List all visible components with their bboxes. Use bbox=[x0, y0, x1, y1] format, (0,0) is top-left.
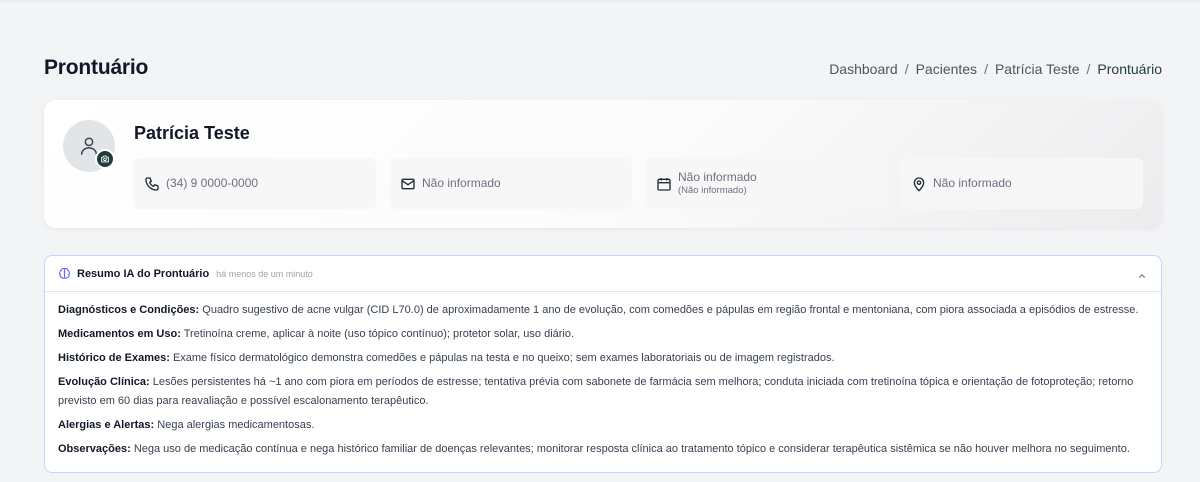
breadcrumb-dashboard[interactable]: Dashboard bbox=[829, 61, 898, 77]
section-text: Tretinoína creme, aplicar à noite (uso t… bbox=[183, 328, 575, 340]
breadcrumb-separator: / bbox=[904, 61, 909, 77]
phone-icon bbox=[145, 176, 159, 191]
birth-value: Não informado bbox=[678, 170, 757, 184]
section-label: Evolução Clínica: bbox=[58, 376, 150, 388]
address-value: Não informado bbox=[933, 176, 1012, 190]
birth-subvalue: (Não informado) bbox=[678, 185, 747, 196]
calendar-icon bbox=[657, 177, 671, 191]
email-field: Não informado bbox=[390, 158, 632, 209]
ai-summary-card: Resumo IA do Prontuário há menos de um m… bbox=[44, 255, 1162, 473]
phone-value: (34) 9 0000-0000 bbox=[166, 176, 259, 190]
summary-evolution: Evolução Clínica: Lesões persistentes há… bbox=[58, 373, 1148, 411]
ai-summary-timestamp: há menos de um minuto bbox=[216, 268, 313, 279]
page-title: Prontuário bbox=[44, 56, 149, 79]
breadcrumb-separator: / bbox=[984, 61, 988, 77]
section-label: Histórico de Exames: bbox=[58, 352, 170, 364]
summary-allergies: Alergias e Alertas: Nega alergias medica… bbox=[58, 416, 1148, 435]
summary-medications: Medicamentos em Uso: Tretinoína creme, a… bbox=[58, 325, 1148, 344]
chevron-up-icon bbox=[1138, 274, 1146, 278]
top-border bbox=[0, 0, 1200, 3]
summary-observations: Observações: Nega uso de medicação contí… bbox=[58, 440, 1148, 459]
section-text: Nega alergias medicamentosas. bbox=[157, 419, 315, 431]
section-label: Observações: bbox=[58, 443, 131, 455]
section-text: Quadro sugestivo de acne vulgar (CID L70… bbox=[202, 304, 1139, 316]
breadcrumb: Dashboard / Pacientes / Patrícia Teste /… bbox=[829, 61, 1162, 77]
change-photo-button[interactable] bbox=[95, 149, 115, 169]
section-label: Diagnósticos e Condições: bbox=[58, 304, 200, 316]
breadcrumb-separator: / bbox=[1086, 61, 1091, 77]
patient-name: Patrícia Teste bbox=[134, 123, 250, 143]
breadcrumb-pacientes[interactable]: Pacientes bbox=[916, 61, 977, 77]
phone-field: (34) 9 0000-0000 bbox=[134, 158, 376, 209]
camera-icon bbox=[101, 155, 109, 163]
ai-summary-title: Resumo IA do Prontuário bbox=[77, 267, 210, 280]
ai-summary-body: Diagnósticos e Condições: Quadro sugesti… bbox=[45, 292, 1161, 459]
collapse-button[interactable] bbox=[1137, 268, 1147, 286]
summary-diagnoses: Diagnósticos e Condições: Quadro sugesti… bbox=[58, 301, 1148, 320]
breadcrumb-current: Prontuário bbox=[1097, 61, 1162, 77]
email-value: Não informado bbox=[422, 176, 501, 190]
map-pin-icon bbox=[913, 176, 925, 192]
breadcrumb-patient[interactable]: Patrícia Teste bbox=[995, 61, 1080, 77]
brain-icon bbox=[59, 267, 70, 279]
address-field: Não informado bbox=[901, 158, 1143, 209]
ai-summary-header[interactable]: Resumo IA do Prontuário há menos de um m… bbox=[45, 256, 1161, 292]
mail-icon bbox=[401, 178, 415, 189]
section-label: Medicamentos em Uso: bbox=[58, 328, 181, 340]
section-text: Lesões persistentes há ~1 ano com piora … bbox=[58, 376, 1134, 407]
birth-info: Não informado (Não informado) bbox=[678, 170, 757, 197]
section-label: Alergias e Alertas: bbox=[58, 419, 155, 431]
summary-exams: Histórico de Exames: Exame físico dermat… bbox=[58, 349, 1148, 368]
section-text: Exame físico dermatológico demonstra com… bbox=[172, 352, 835, 364]
patient-profile-card: Patrícia Teste (34) 9 0000-0000 Não info… bbox=[44, 100, 1162, 228]
birth-field: Não informado (Não informado) bbox=[646, 158, 888, 209]
section-text: Nega uso de medicação contínua e nega hi… bbox=[133, 443, 1130, 455]
